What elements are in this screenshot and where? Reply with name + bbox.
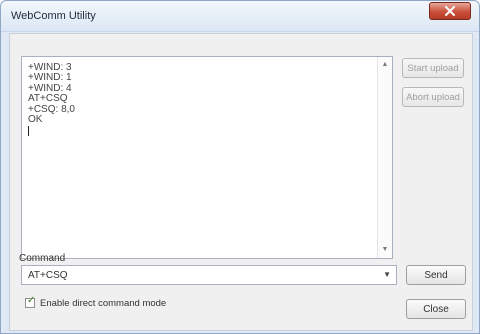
window-title: WebComm Utility (11, 10, 96, 22)
client-area: +WIND: 3 +WIND: 1 +WIND: 4 AT+CSQ +CSQ: … (9, 33, 473, 331)
direct-mode-label: Enable direct command mode (40, 297, 167, 309)
close-button[interactable]: Close (406, 299, 466, 319)
command-label: Command (19, 253, 66, 264)
title-bar[interactable]: WebComm Utility (1, 1, 479, 32)
checkmark-icon: ✓ (27, 295, 36, 306)
scroll-down-icon[interactable]: ▼ (378, 244, 392, 256)
command-combobox[interactable]: AT+CSQ ▼ (21, 265, 397, 285)
start-upload-button[interactable]: Start upload (402, 58, 464, 78)
chevron-down-icon[interactable]: ▼ (383, 270, 391, 279)
vertical-scrollbar[interactable]: ▲ ▼ (377, 57, 392, 258)
send-button[interactable]: Send (406, 265, 466, 285)
close-window-button[interactable] (429, 2, 471, 20)
scroll-up-icon[interactable]: ▲ (378, 59, 392, 71)
output-log: +WIND: 3 +WIND: 1 +WIND: 4 AT+CSQ +CSQ: … (28, 62, 75, 137)
direct-mode-checkbox[interactable]: ✓ (25, 295, 36, 308)
output-textarea[interactable]: +WIND: 3 +WIND: 1 +WIND: 4 AT+CSQ +CSQ: … (21, 56, 393, 259)
text-caret (28, 126, 29, 137)
app-window: WebComm Utility +WIND: 3 +WIND: 1 +WIND:… (0, 0, 480, 334)
output-line: OK (28, 114, 43, 126)
abort-upload-button[interactable]: Abort upload (402, 87, 464, 107)
direct-mode-option[interactable]: ✓ Enable direct command mode (25, 295, 167, 310)
close-icon (445, 6, 455, 16)
command-value: AT+CSQ (28, 270, 68, 281)
